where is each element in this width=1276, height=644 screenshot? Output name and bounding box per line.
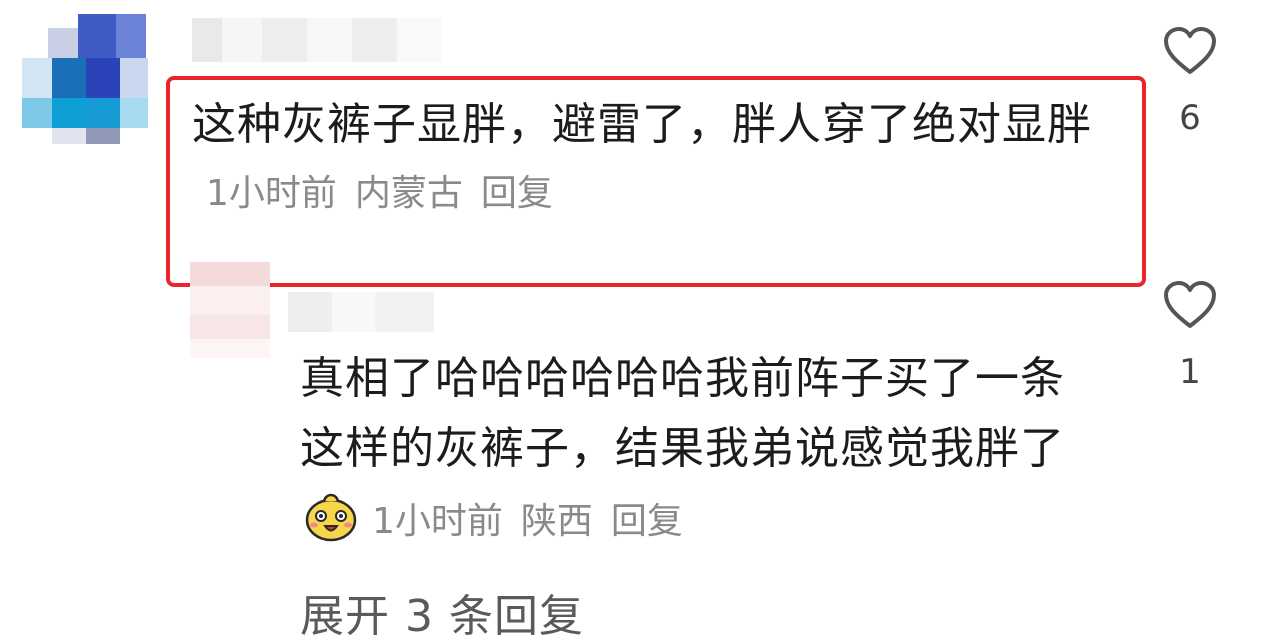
comment-body: 这种灰裤子显胖，避雷了，胖人穿了绝对显胖 1小时前 内蒙古 回复 <box>192 92 1122 227</box>
comment-meta: 1小时前 内蒙古 回复 <box>206 173 571 214</box>
expand-replies-link[interactable]: 展开 3 条回复 <box>300 580 584 644</box>
comment-meta: 1小时前 陕西 回复 <box>372 501 701 542</box>
comment-text: 真相了哈哈哈哈哈哈我前阵子买了一条这样的灰裤子，结果我弟说感觉我胖了 <box>300 353 1065 474</box>
comment-time: 1小时前 <box>206 173 337 214</box>
heart-icon[interactable] <box>1162 26 1218 76</box>
comment-location: 陕西 <box>520 501 593 542</box>
reply-button[interactable]: 回复 <box>611 501 683 542</box>
heart-icon[interactable] <box>1162 280 1218 330</box>
like-count: 6 <box>1179 98 1201 138</box>
avatar[interactable] <box>22 10 166 144</box>
avatar[interactable] <box>190 262 270 358</box>
comment-location: 内蒙古 <box>354 173 463 214</box>
comment-time: 1小时前 <box>372 501 503 542</box>
reply-button[interactable]: 回复 <box>481 173 553 214</box>
comment-text: 这种灰裤子显胖，避雷了，胖人穿了绝对显胖 <box>192 99 1092 150</box>
laughing-face-emoji-icon <box>305 493 357 542</box>
username-blurred[interactable] <box>192 18 442 62</box>
username-blurred[interactable] <box>288 292 434 332</box>
like-count: 1 <box>1179 352 1201 392</box>
comment-body: 真相了哈哈哈哈哈哈我前阵子买了一条这样的灰裤子，结果我弟说感觉我胖了 1小时前陕… <box>300 344 1070 557</box>
